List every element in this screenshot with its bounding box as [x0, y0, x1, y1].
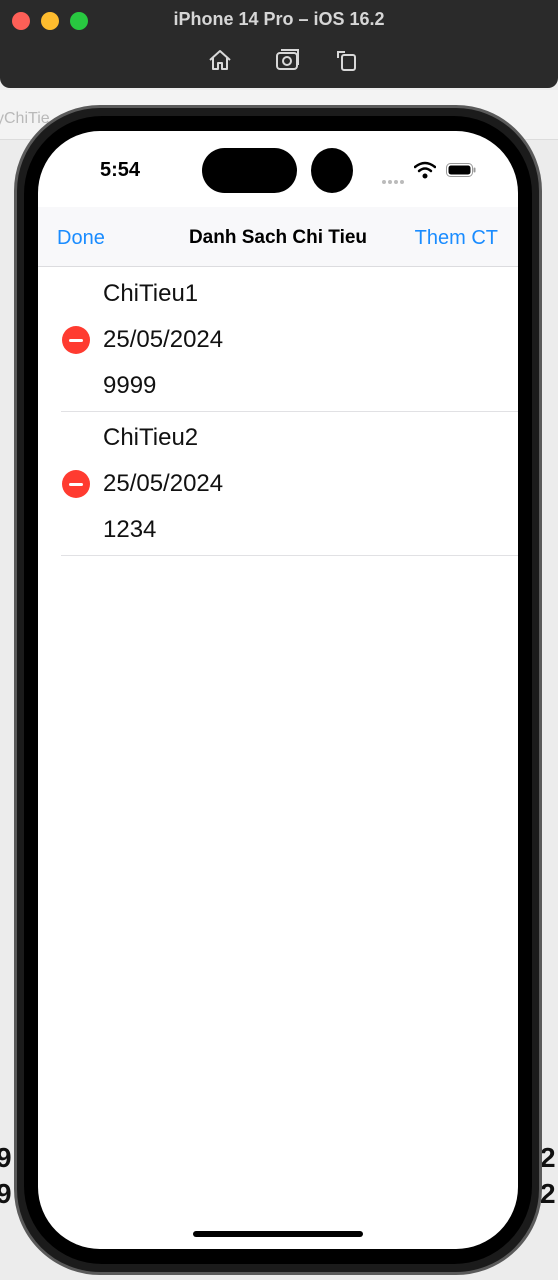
list-item[interactable]: ChiTieu1 25/05/2024 9999: [38, 268, 518, 412]
background-number: 9: [0, 1178, 12, 1209]
add-expense-button[interactable]: Them CT: [415, 227, 498, 250]
dynamic-island: [202, 148, 297, 193]
expense-amount: 9999: [103, 372, 157, 399]
expense-date: 25/05/2024: [103, 326, 224, 353]
camera-cutout: [311, 148, 353, 193]
navigation-bar: Done Danh Sach Chi Tieu Them CT: [38, 207, 518, 267]
home-indicator[interactable]: [193, 1231, 363, 1237]
simulator-titlebar: iPhone 14 Pro – iOS 16.2: [0, 0, 558, 88]
phone-screen: 5:54 Done Danh Sach Chi Tieu Them CT Chi…: [38, 131, 518, 1249]
home-icon[interactable]: [206, 46, 234, 74]
rotate-icon[interactable]: [333, 46, 361, 74]
screenshot-icon[interactable]: [274, 46, 302, 74]
background-number: 2: [540, 1142, 556, 1173]
delete-minus-icon[interactable]: [62, 470, 90, 498]
background-number: 2: [540, 1178, 556, 1209]
status-time: 5:54: [100, 159, 141, 181]
expense-list: ChiTieu1 25/05/2024 9999 ChiTieu2 25/05/…: [38, 268, 518, 556]
expense-name: ChiTieu1: [103, 280, 199, 307]
expense-name: ChiTieu2: [103, 424, 199, 451]
list-item[interactable]: ChiTieu2 25/05/2024 1234: [38, 412, 518, 556]
background-number: 9: [0, 1142, 12, 1173]
expense-date: 25/05/2024: [103, 470, 224, 497]
expense-amount: 1234: [103, 516, 157, 543]
delete-minus-icon[interactable]: [62, 326, 90, 354]
simulator-title: iPhone 14 Pro – iOS 16.2: [173, 9, 385, 29]
cellular-signal-icon: [382, 171, 406, 184]
wifi-icon: [414, 161, 436, 179]
battery-icon: [446, 163, 476, 177]
background-tab-label: yChiTie: [0, 110, 50, 127]
